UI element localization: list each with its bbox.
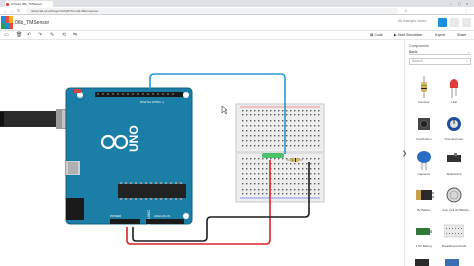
save-status: All changes saved	[398, 19, 427, 23]
start-simulation-button[interactable]: ▶ Start Simulation	[392, 32, 424, 39]
component-label: Pushbutton	[416, 137, 432, 141]
components-panel: ❯ Components Basic ⌄ Search ⌕ Resistor L…	[402, 40, 474, 266]
power-jack	[66, 198, 84, 220]
share-button[interactable]: Share	[455, 32, 468, 39]
reload-icon[interactable]: ↻	[17, 8, 20, 14]
workplane[interactable]: DIGITAL (PWM ~) UNO ARDUINO POWER ANALOG…	[0, 40, 404, 266]
coin-cell-icon	[446, 187, 462, 203]
undo-icon[interactable]: ↶	[27, 32, 31, 39]
microcontroller-chip	[118, 184, 186, 198]
panel-title: Components	[409, 44, 429, 48]
maximize-icon[interactable]: □	[458, 1, 460, 6]
minimize-icon[interactable]: –	[450, 1, 452, 6]
component-label: 9V Battery	[416, 208, 431, 212]
component-label: Coin Cell 3V Battery	[442, 208, 470, 212]
component-label: Slideswitch	[446, 172, 462, 176]
browser-tab-title: Circuits 06b_TMSensor	[11, 2, 43, 6]
category-value: Basic	[409, 50, 418, 54]
star-icon[interactable]: ☆	[404, 8, 408, 14]
power-label: POWER	[110, 214, 122, 218]
app-header: 06b_TMSensor All changes saved	[0, 15, 474, 31]
battery-aa-icon	[416, 228, 432, 235]
pushbutton-icon	[418, 118, 430, 130]
digital-label: DIGITAL (PWM ~)	[140, 100, 164, 104]
analog-header	[146, 219, 184, 224]
toolbar: ▭ 🗑 ↶ ↷ ✎ ⟲ ⇋ ▤ Code ▶ Start Simulation …	[0, 31, 474, 40]
board-brand: UNO	[127, 125, 141, 152]
list-view-icon[interactable]	[450, 18, 459, 27]
component-label: 1.5V Battery	[415, 244, 433, 248]
breadboard-small-icon	[444, 224, 464, 238]
rotate-icon[interactable]: ⟲	[62, 32, 66, 39]
search-icon: ⌕	[466, 59, 468, 63]
component-label: Potentiometer	[444, 137, 464, 141]
flip-icon[interactable]: ⇋	[73, 32, 77, 39]
tinkercad-logo[interactable]	[1, 16, 13, 29]
user-avatar-icon[interactable]	[462, 18, 471, 27]
battery-9v-icon	[416, 190, 434, 200]
component-label: Resistor	[418, 100, 430, 104]
browser-tabbar: Circuits 06b_TMSensor – □ ×	[0, 0, 474, 7]
reset-button[interactable]	[74, 89, 81, 93]
note-icon[interactable]: ✎	[50, 32, 54, 39]
export-label: Export	[435, 33, 446, 37]
collapse-panel-icon[interactable]: ❯	[402, 150, 407, 157]
browser-menu-icon[interactable]: ⋮	[464, 8, 468, 14]
capacitor-icon	[417, 151, 431, 170]
favicon-icon	[6, 2, 9, 6]
usb-cable[interactable]	[0, 109, 72, 129]
redo-icon[interactable]: ↷	[38, 32, 42, 39]
share-label: Share	[457, 33, 467, 37]
forward-icon[interactable]: →	[10, 8, 14, 14]
arduino-uno-board[interactable]: DIGITAL (PWM ~) UNO ARDUINO POWER ANALOG…	[65, 87, 193, 226]
project-title[interactable]: 06b_TMSensor	[15, 20, 49, 26]
component-search-input[interactable]: Search ⌕	[409, 58, 471, 65]
circuit-view-icon[interactable]	[438, 18, 447, 27]
component-green[interactable]	[262, 153, 284, 158]
power-header	[110, 219, 140, 224]
browser-urlbar: ← → ↻ tinkercad.com/things/7XUQ5TOmrq3-0…	[0, 7, 474, 15]
start-simulation-label: Start Simulation	[397, 33, 423, 37]
potentiometer-icon	[447, 117, 461, 131]
category-select[interactable]: Basic ⌄	[409, 49, 471, 55]
component-partial-1[interactable]	[415, 259, 429, 266]
component-label: LED	[451, 100, 457, 104]
search-placeholder: Search	[412, 59, 424, 63]
component-label: Breadboard Small	[442, 244, 467, 248]
delete-icon[interactable]: 🗑	[16, 32, 22, 39]
address-bar[interactable]: tinkercad.com/things/7XUQ5TOmrq3-06btmse…	[26, 8, 398, 14]
code-label: Code	[374, 33, 383, 37]
code-button[interactable]: ▤ Code	[368, 32, 385, 39]
analog-label: ANALOG IN	[154, 214, 170, 218]
back-icon[interactable]: ←	[3, 8, 7, 14]
address-text: tinkercad.com/things/7XUQ5TOmrq3-06btmse…	[31, 9, 99, 13]
led-icon	[450, 79, 458, 98]
slideswitch-icon	[447, 153, 461, 162]
circuit-canvas: DIGITAL (PWM ~) UNO ARDUINO POWER ANALOG…	[0, 73, 325, 245]
export-button[interactable]: Export	[433, 32, 447, 39]
close-window-icon[interactable]: ×	[466, 1, 468, 6]
component-label: Capacitor	[417, 172, 431, 176]
screen: Circuits 06b_TMSensor – □ × ← → ↻ tinker…	[0, 0, 474, 266]
mouse-cursor-icon	[221, 105, 228, 115]
chevron-down-icon: ⌄	[467, 50, 470, 54]
component-partial-2[interactable]	[445, 259, 459, 266]
new-shape-icon[interactable]: ▭	[4, 32, 9, 39]
resistor-icon	[421, 76, 427, 98]
